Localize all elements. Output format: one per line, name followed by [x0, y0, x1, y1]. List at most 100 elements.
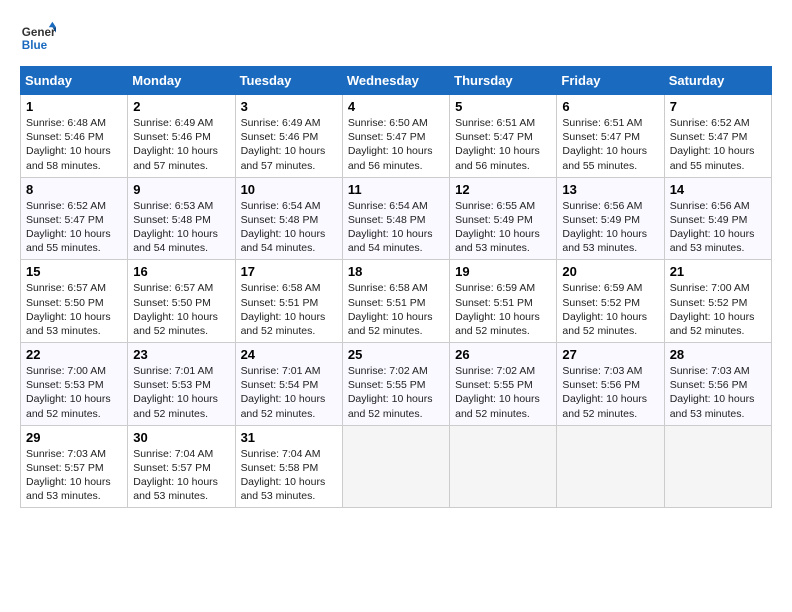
- calendar-cell: 12 Sunrise: 6:55 AMSunset: 5:49 PMDaylig…: [450, 177, 557, 260]
- day-number: 5: [455, 99, 551, 114]
- calendar-cell: 31 Sunrise: 7:04 AMSunset: 5:58 PMDaylig…: [235, 425, 342, 508]
- calendar-cell: 10 Sunrise: 6:54 AMSunset: 5:48 PMDaylig…: [235, 177, 342, 260]
- day-info: Sunrise: 7:01 AMSunset: 5:53 PMDaylight:…: [133, 365, 218, 420]
- calendar-cell: [450, 425, 557, 508]
- calendar-week-row: 15 Sunrise: 6:57 AMSunset: 5:50 PMDaylig…: [21, 260, 772, 343]
- day-number: 9: [133, 182, 229, 197]
- day-number: 1: [26, 99, 122, 114]
- day-number: 17: [241, 264, 337, 279]
- calendar-cell: 5 Sunrise: 6:51 AMSunset: 5:47 PMDayligh…: [450, 95, 557, 178]
- day-info: Sunrise: 7:04 AMSunset: 5:57 PMDaylight:…: [133, 448, 218, 503]
- day-info: Sunrise: 6:56 AMSunset: 5:49 PMDaylight:…: [562, 200, 647, 255]
- day-number: 6: [562, 99, 658, 114]
- day-number: 20: [562, 264, 658, 279]
- calendar-cell: 1 Sunrise: 6:48 AMSunset: 5:46 PMDayligh…: [21, 95, 128, 178]
- day-info: Sunrise: 6:48 AMSunset: 5:46 PMDaylight:…: [26, 117, 111, 172]
- calendar-cell: 13 Sunrise: 6:56 AMSunset: 5:49 PMDaylig…: [557, 177, 664, 260]
- day-number: 11: [348, 182, 444, 197]
- day-info: Sunrise: 7:02 AMSunset: 5:55 PMDaylight:…: [348, 365, 433, 420]
- day-info: Sunrise: 6:59 AMSunset: 5:52 PMDaylight:…: [562, 282, 647, 337]
- calendar-cell: 17 Sunrise: 6:58 AMSunset: 5:51 PMDaylig…: [235, 260, 342, 343]
- day-info: Sunrise: 6:51 AMSunset: 5:47 PMDaylight:…: [455, 117, 540, 172]
- calendar-cell: 22 Sunrise: 7:00 AMSunset: 5:53 PMDaylig…: [21, 343, 128, 426]
- day-number: 22: [26, 347, 122, 362]
- calendar-cell: 7 Sunrise: 6:52 AMSunset: 5:47 PMDayligh…: [664, 95, 771, 178]
- calendar-week-row: 22 Sunrise: 7:00 AMSunset: 5:53 PMDaylig…: [21, 343, 772, 426]
- calendar-cell: 9 Sunrise: 6:53 AMSunset: 5:48 PMDayligh…: [128, 177, 235, 260]
- calendar-cell: 2 Sunrise: 6:49 AMSunset: 5:46 PMDayligh…: [128, 95, 235, 178]
- day-info: Sunrise: 7:03 AMSunset: 5:56 PMDaylight:…: [670, 365, 755, 420]
- logo-icon: General Blue: [20, 20, 56, 56]
- day-number: 30: [133, 430, 229, 445]
- day-info: Sunrise: 6:55 AMSunset: 5:49 PMDaylight:…: [455, 200, 540, 255]
- calendar-cell: [557, 425, 664, 508]
- calendar-cell: 14 Sunrise: 6:56 AMSunset: 5:49 PMDaylig…: [664, 177, 771, 260]
- calendar-cell: 23 Sunrise: 7:01 AMSunset: 5:53 PMDaylig…: [128, 343, 235, 426]
- logo: General Blue: [20, 20, 56, 56]
- day-info: Sunrise: 7:03 AMSunset: 5:56 PMDaylight:…: [562, 365, 647, 420]
- day-number: 3: [241, 99, 337, 114]
- day-number: 24: [241, 347, 337, 362]
- column-header-monday: Monday: [128, 67, 235, 95]
- day-info: Sunrise: 7:03 AMSunset: 5:57 PMDaylight:…: [26, 448, 111, 503]
- day-number: 8: [26, 182, 122, 197]
- calendar-cell: 4 Sunrise: 6:50 AMSunset: 5:47 PMDayligh…: [342, 95, 449, 178]
- calendar-header-row: SundayMondayTuesdayWednesdayThursdayFrid…: [21, 67, 772, 95]
- column-header-thursday: Thursday: [450, 67, 557, 95]
- calendar-cell: [664, 425, 771, 508]
- calendar-cell: 30 Sunrise: 7:04 AMSunset: 5:57 PMDaylig…: [128, 425, 235, 508]
- calendar-cell: 20 Sunrise: 6:59 AMSunset: 5:52 PMDaylig…: [557, 260, 664, 343]
- calendar-week-row: 1 Sunrise: 6:48 AMSunset: 5:46 PMDayligh…: [21, 95, 772, 178]
- day-number: 14: [670, 182, 766, 197]
- calendar-cell: 8 Sunrise: 6:52 AMSunset: 5:47 PMDayligh…: [21, 177, 128, 260]
- column-header-friday: Friday: [557, 67, 664, 95]
- day-number: 2: [133, 99, 229, 114]
- header: General Blue: [20, 20, 772, 56]
- day-number: 27: [562, 347, 658, 362]
- day-number: 23: [133, 347, 229, 362]
- day-number: 4: [348, 99, 444, 114]
- calendar-cell: 19 Sunrise: 6:59 AMSunset: 5:51 PMDaylig…: [450, 260, 557, 343]
- day-info: Sunrise: 6:54 AMSunset: 5:48 PMDaylight:…: [241, 200, 326, 255]
- column-header-saturday: Saturday: [664, 67, 771, 95]
- day-info: Sunrise: 6:51 AMSunset: 5:47 PMDaylight:…: [562, 117, 647, 172]
- day-info: Sunrise: 6:53 AMSunset: 5:48 PMDaylight:…: [133, 200, 218, 255]
- svg-text:General: General: [22, 26, 56, 39]
- calendar-cell: 29 Sunrise: 7:03 AMSunset: 5:57 PMDaylig…: [21, 425, 128, 508]
- calendar-cell: 24 Sunrise: 7:01 AMSunset: 5:54 PMDaylig…: [235, 343, 342, 426]
- calendar-week-row: 29 Sunrise: 7:03 AMSunset: 5:57 PMDaylig…: [21, 425, 772, 508]
- day-info: Sunrise: 7:00 AMSunset: 5:53 PMDaylight:…: [26, 365, 111, 420]
- day-number: 31: [241, 430, 337, 445]
- calendar-cell: 25 Sunrise: 7:02 AMSunset: 5:55 PMDaylig…: [342, 343, 449, 426]
- column-header-tuesday: Tuesday: [235, 67, 342, 95]
- day-info: Sunrise: 6:52 AMSunset: 5:47 PMDaylight:…: [26, 200, 111, 255]
- day-info: Sunrise: 6:56 AMSunset: 5:49 PMDaylight:…: [670, 200, 755, 255]
- calendar-cell: 21 Sunrise: 7:00 AMSunset: 5:52 PMDaylig…: [664, 260, 771, 343]
- day-number: 29: [26, 430, 122, 445]
- day-info: Sunrise: 6:58 AMSunset: 5:51 PMDaylight:…: [348, 282, 433, 337]
- day-info: Sunrise: 6:49 AMSunset: 5:46 PMDaylight:…: [133, 117, 218, 172]
- calendar-cell: 26 Sunrise: 7:02 AMSunset: 5:55 PMDaylig…: [450, 343, 557, 426]
- day-info: Sunrise: 7:01 AMSunset: 5:54 PMDaylight:…: [241, 365, 326, 420]
- day-number: 12: [455, 182, 551, 197]
- calendar-cell: 27 Sunrise: 7:03 AMSunset: 5:56 PMDaylig…: [557, 343, 664, 426]
- calendar-cell: [342, 425, 449, 508]
- day-info: Sunrise: 6:49 AMSunset: 5:46 PMDaylight:…: [241, 117, 326, 172]
- calendar-cell: 15 Sunrise: 6:57 AMSunset: 5:50 PMDaylig…: [21, 260, 128, 343]
- day-number: 19: [455, 264, 551, 279]
- column-header-wednesday: Wednesday: [342, 67, 449, 95]
- day-info: Sunrise: 7:04 AMSunset: 5:58 PMDaylight:…: [241, 448, 326, 503]
- column-header-sunday: Sunday: [21, 67, 128, 95]
- day-number: 7: [670, 99, 766, 114]
- day-info: Sunrise: 6:57 AMSunset: 5:50 PMDaylight:…: [26, 282, 111, 337]
- calendar-table: SundayMondayTuesdayWednesdayThursdayFrid…: [20, 66, 772, 508]
- day-info: Sunrise: 6:54 AMSunset: 5:48 PMDaylight:…: [348, 200, 433, 255]
- day-info: Sunrise: 6:57 AMSunset: 5:50 PMDaylight:…: [133, 282, 218, 337]
- day-number: 21: [670, 264, 766, 279]
- svg-text:Blue: Blue: [22, 39, 48, 52]
- calendar-cell: 3 Sunrise: 6:49 AMSunset: 5:46 PMDayligh…: [235, 95, 342, 178]
- day-info: Sunrise: 7:02 AMSunset: 5:55 PMDaylight:…: [455, 365, 540, 420]
- calendar-week-row: 8 Sunrise: 6:52 AMSunset: 5:47 PMDayligh…: [21, 177, 772, 260]
- day-info: Sunrise: 6:58 AMSunset: 5:51 PMDaylight:…: [241, 282, 326, 337]
- day-number: 15: [26, 264, 122, 279]
